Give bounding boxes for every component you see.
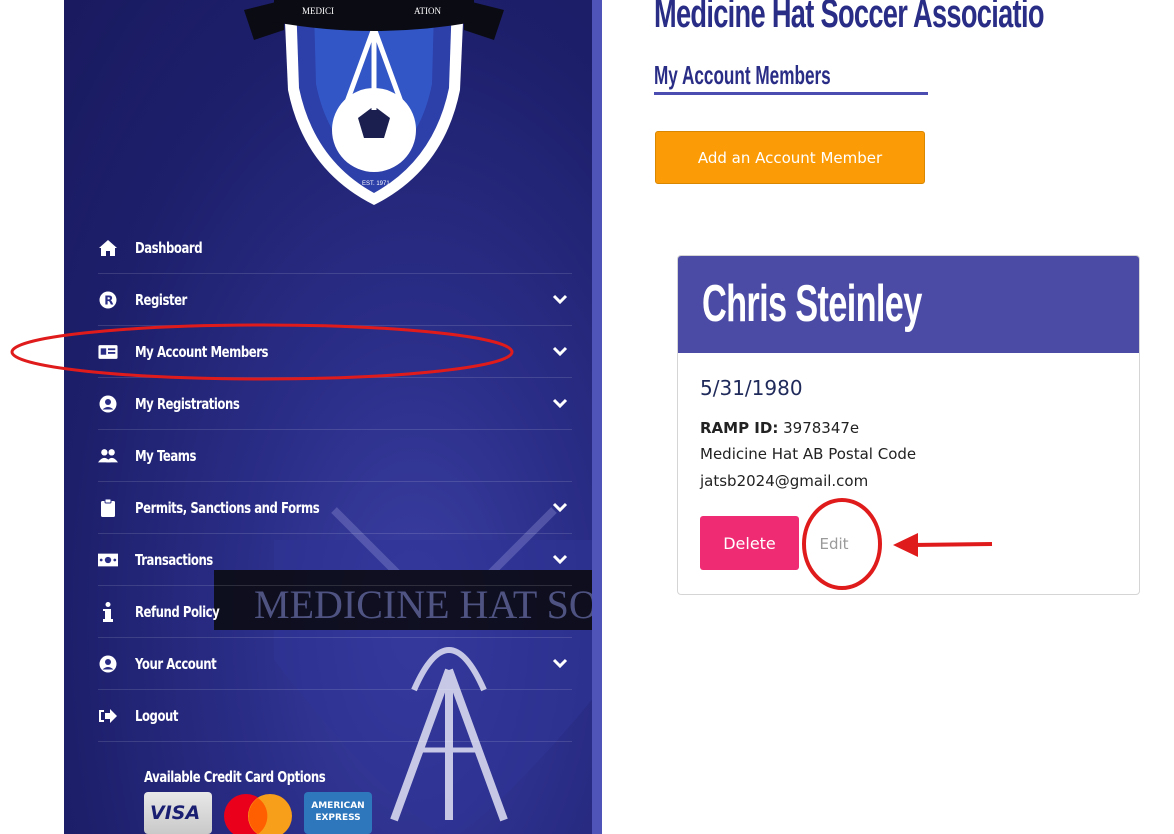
visa-text: VISA: [150, 802, 201, 824]
mastercard-logo: [224, 794, 292, 834]
sidebar-item-label: My Teams: [135, 446, 197, 465]
amex-text-line2: EXPRESS: [315, 813, 361, 823]
member-card: Chris Steinley 5/31/1980 RAMP ID: 397834…: [677, 255, 1140, 595]
sidebar-item-label: Refund Policy: [135, 602, 220, 621]
chevron-down-icon[interactable]: [552, 343, 568, 359]
info-icon: [98, 601, 118, 622]
ramp-id-label: RAMP ID:: [700, 419, 779, 437]
credit-card-logos: VISA AMERICAN EXPRESS: [144, 792, 384, 834]
amex-text-line1: AMERICAN: [311, 801, 365, 811]
chevron-down-icon[interactable]: [552, 499, 568, 515]
sidebar-item-label: My Account Members: [135, 342, 269, 361]
sidebar-item-logout[interactable]: Logout: [98, 690, 572, 742]
sidebar-item-label: Logout: [135, 706, 179, 725]
sidebar-item-label: Transactions: [135, 550, 213, 569]
svg-text:R: R: [104, 293, 113, 307]
logo-text-left: MEDICI: [302, 6, 334, 16]
sidebar-item-refund-policy[interactable]: Refund Policy: [98, 586, 572, 638]
id-card-icon: [98, 342, 118, 362]
chevron-down-icon[interactable]: [552, 655, 568, 671]
sidebar-edge: [592, 0, 602, 834]
delete-button[interactable]: Delete: [700, 516, 799, 570]
member-ramp-id: RAMP ID: 3978347e: [700, 419, 859, 437]
r-circle-icon: R: [98, 290, 118, 310]
ramp-id-value: 3978347e: [783, 419, 860, 437]
users-icon: [98, 446, 118, 466]
member-card-header: Chris Steinley: [678, 256, 1139, 353]
user-circle-icon: [98, 394, 118, 414]
member-email: jatsb2024@gmail.com: [700, 472, 869, 490]
association-logo: MEDICI ATION EST. 1971: [244, 0, 504, 205]
clipboard-icon: [98, 498, 118, 518]
organization-title: Medicine Hat Soccer Associatio: [654, 0, 1044, 36]
sidebar-item-label: Register: [135, 290, 187, 309]
chevron-down-icon[interactable]: [552, 291, 568, 307]
member-name: Chris Steinley: [702, 275, 922, 333]
logout-icon: [98, 706, 118, 726]
home-icon: [98, 238, 118, 258]
visa-logo: VISA: [144, 792, 212, 834]
sidebar-item-label: Permits, Sanctions and Forms: [135, 498, 320, 517]
sidebar-item-dashboard[interactable]: Dashboard: [98, 222, 572, 274]
credit-card-options-title: Available Credit Card Options: [144, 768, 326, 786]
logo-est-text: EST. 1971: [362, 181, 390, 187]
sidebar-item-transactions[interactable]: Transactions: [98, 534, 572, 586]
money-bill-icon: [98, 550, 118, 570]
sidebar-item-my-registrations[interactable]: My Registrations: [98, 378, 572, 430]
member-dob: 5/31/1980: [700, 376, 803, 400]
amex-logo: AMERICAN EXPRESS: [304, 792, 372, 834]
logo-text-right: ATION: [414, 6, 441, 16]
chevron-down-icon[interactable]: [552, 551, 568, 567]
page-title: My Account Members: [654, 60, 831, 90]
page-title-underline: [654, 92, 928, 95]
sidebar-item-label: Dashboard: [135, 238, 203, 257]
sidebar-nav: Dashboard R Register My Account Members …: [98, 222, 572, 742]
sidebar-item-my-account-members[interactable]: My Account Members: [98, 326, 572, 378]
member-location: Medicine Hat AB Postal Code: [700, 445, 917, 463]
user-circle-icon: [98, 654, 118, 674]
sidebar-item-register[interactable]: R Register: [98, 274, 572, 326]
add-account-member-button[interactable]: Add an Account Member: [655, 131, 925, 184]
sidebar-item-label: Your Account: [135, 654, 217, 673]
chevron-down-icon[interactable]: [552, 395, 568, 411]
sidebar-item-my-teams[interactable]: My Teams: [98, 430, 572, 482]
sidebar-item-permits-sanctions-forms[interactable]: Permits, Sanctions and Forms: [98, 482, 572, 534]
sidebar-item-label: My Registrations: [135, 394, 240, 413]
sidebar-item-your-account[interactable]: Your Account: [98, 638, 572, 690]
edit-button[interactable]: Edit: [808, 519, 860, 569]
